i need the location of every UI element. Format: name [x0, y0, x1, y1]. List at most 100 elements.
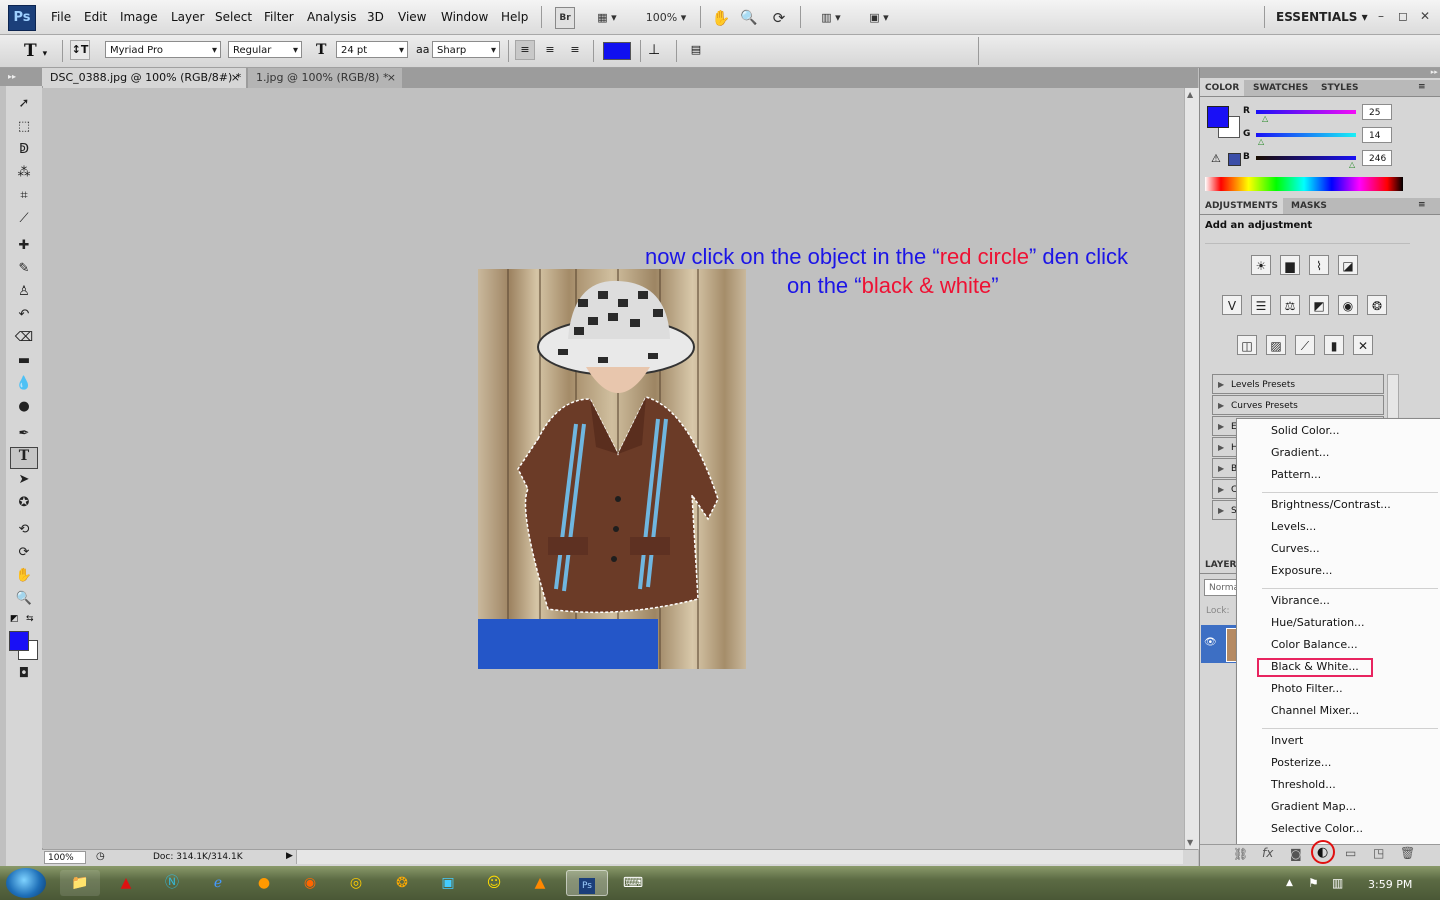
menu-item-threshold[interactable]: Threshold... — [1271, 778, 1336, 791]
tray-flag-icon[interactable]: ⚑ — [1308, 876, 1319, 890]
blue-slider[interactable] — [1256, 156, 1356, 160]
zoom-tool-icon[interactable]: 🔍 — [14, 589, 34, 609]
menu-item-curves[interactable]: Curves... — [1271, 542, 1320, 555]
scroll-down-icon[interactable]: ▼ — [1187, 838, 1193, 847]
menu-item-solid-color[interactable]: Solid Color... — [1271, 424, 1340, 437]
red-value-field[interactable]: 25 — [1362, 104, 1392, 120]
move-tool-icon[interactable]: ➚ — [14, 94, 34, 114]
photoshop-taskbar-icon[interactable]: Ps — [566, 870, 608, 896]
minimize-button[interactable]: – — [1378, 9, 1384, 23]
warp-text-icon[interactable]: ⊥ — [648, 42, 660, 58]
tab-styles[interactable]: STYLES — [1316, 80, 1364, 96]
tab-adjustments[interactable]: ADJUSTMENTS — [1200, 198, 1283, 214]
menu-item-gradient-map[interactable]: Gradient Map... — [1271, 800, 1356, 813]
zoom-level-dropdown[interactable]: 100% ▾ — [640, 7, 692, 29]
toolbox-collapse-icon[interactable]: ▸▸ — [0, 68, 42, 86]
default-colors-icon[interactable]: ◩ — [10, 614, 19, 624]
menu-item-gradient[interactable]: Gradient... — [1271, 446, 1329, 459]
levels-icon[interactable]: ▆ — [1280, 255, 1300, 275]
vertical-scrollbar[interactable] — [1184, 88, 1199, 849]
add-mask-icon[interactable]: ◙ — [1290, 847, 1302, 861]
text-color-swatch[interactable] — [603, 42, 631, 60]
vlc-icon[interactable]: ▲ — [520, 870, 560, 896]
font-size-dropdown[interactable]: 24 pt — [336, 41, 408, 59]
panel-menu-icon[interactable]: ≡ — [1418, 82, 1426, 92]
selective-color-icon[interactable]: ✕ — [1353, 335, 1373, 355]
hand-tool-icon[interactable]: ✋ — [14, 566, 34, 586]
menu-item-photo-filter[interactable]: Photo Filter... — [1271, 682, 1343, 695]
horizontal-scrollbar[interactable] — [296, 850, 1183, 864]
bridge-button[interactable]: Br — [555, 7, 575, 29]
zoom-icon[interactable]: 🔍 — [738, 7, 760, 29]
lasso-tool-icon[interactable]: ↁ — [14, 140, 34, 160]
exposure-icon[interactable]: ◪ — [1338, 255, 1358, 275]
posterize-icon[interactable]: ▨ — [1266, 335, 1286, 355]
tab-color[interactable]: COLOR — [1200, 80, 1245, 96]
panel-menu-icon[interactable]: ≡ — [1418, 200, 1426, 210]
tab-close-icon[interactable]: × — [387, 68, 396, 88]
dodge-tool-icon[interactable]: ● — [14, 397, 34, 417]
menu-filter[interactable]: Filter — [264, 10, 294, 24]
menu-edit[interactable]: Edit — [84, 10, 107, 24]
invert-icon[interactable]: ◫ — [1237, 335, 1257, 355]
3d-orbit-tool-icon[interactable]: ⟳ — [14, 543, 34, 563]
align-left-icon[interactable]: ≡ — [515, 40, 535, 60]
path-selection-tool-icon[interactable]: ➤ — [14, 470, 34, 490]
view-extras-button[interactable]: ▦ ▾ — [590, 7, 624, 29]
swap-colors-icon[interactable]: ⇆ — [26, 614, 34, 624]
preset-curves[interactable]: Curves Presets — [1212, 395, 1384, 416]
type-tool-icon[interactable]: T — [10, 447, 38, 469]
workspace-switcher[interactable]: ESSENTIALS ▾ — [1276, 10, 1368, 24]
menu-item-pattern[interactable]: Pattern... — [1271, 468, 1321, 481]
hue-saturation-icon[interactable]: ☰ — [1251, 295, 1271, 315]
explorer-icon[interactable]: 📁 — [60, 870, 100, 896]
panel-collapse-icon[interactable]: ▸▸ — [1200, 68, 1440, 78]
menu-item-brightness-contrast[interactable]: Brightness/Contrast... — [1271, 498, 1391, 511]
document-tab-active[interactable]: DSC_0388.jpg @ 100% (RGB/8#) * × — [42, 68, 246, 88]
layer-visibility-eye-icon[interactable]: 👁 — [1204, 637, 1217, 648]
tray-expand-icon[interactable]: ▲ — [1286, 878, 1293, 888]
history-brush-tool-icon[interactable]: ↶ — [14, 305, 34, 325]
healing-brush-tool-icon[interactable]: ✚ — [14, 236, 34, 256]
blue-slider-thumb[interactable]: △ — [1349, 160, 1355, 169]
firefox-icon[interactable]: ◉ — [290, 870, 330, 896]
menu-layer[interactable]: Layer — [171, 10, 204, 24]
3d-rotate-tool-icon[interactable]: ⟲ — [14, 520, 34, 540]
text-tool-preset-picker[interactable]: T ▾ — [24, 41, 47, 61]
align-right-icon[interactable]: ≡ — [565, 40, 585, 60]
out-of-gamut-warning-icon[interactable]: ⚠ — [1211, 152, 1221, 165]
menu-analysis[interactable]: Analysis — [307, 10, 356, 24]
tab-masks[interactable]: MASKS — [1286, 198, 1332, 214]
menu-3d[interactable]: 3D — [367, 10, 384, 24]
menu-item-color-balance[interactable]: Color Balance... — [1271, 638, 1358, 651]
menu-item-levels[interactable]: Levels... — [1271, 520, 1316, 533]
menu-image[interactable]: Image — [120, 10, 158, 24]
menu-help[interactable]: Help — [501, 10, 528, 24]
restore-button[interactable]: ◻ — [1398, 9, 1408, 23]
menu-item-selective-color[interactable]: Selective Color... — [1271, 822, 1363, 835]
gamut-color-swatch[interactable] — [1228, 153, 1241, 166]
menu-item-invert[interactable]: Invert — [1271, 734, 1303, 747]
align-center-icon[interactable]: ≡ — [540, 40, 560, 60]
vlc-orange-icon[interactable]: ● — [244, 870, 284, 896]
chrome-icon[interactable]: ◎ — [336, 870, 376, 896]
quick-mask-icon[interactable]: ◘ — [14, 664, 34, 684]
font-style-dropdown[interactable]: Regular — [228, 41, 302, 59]
pen-tool-icon[interactable]: ✒ — [14, 424, 34, 444]
menu-item-exposure[interactable]: Exposure... — [1271, 564, 1332, 577]
blur-tool-icon[interactable]: 💧 — [14, 374, 34, 394]
new-layer-icon[interactable]: ◳ — [1373, 846, 1384, 860]
menu-window[interactable]: Window — [441, 10, 488, 24]
clone-stamp-tool-icon[interactable]: ♙ — [14, 282, 34, 302]
tray-network-icon[interactable]: ▥ — [1332, 876, 1343, 890]
menu-item-channel-mixer[interactable]: Channel Mixer... — [1271, 704, 1359, 717]
acrobat-icon[interactable]: ▲ — [106, 870, 146, 896]
gradient-map-icon[interactable]: ▮ — [1324, 335, 1344, 355]
nero-icon[interactable]: Ⓝ — [152, 870, 192, 896]
new-group-icon[interactable]: ▭ — [1345, 846, 1356, 860]
foreground-color-swatch[interactable] — [1207, 106, 1229, 128]
color-balance-icon[interactable]: ⚖ — [1280, 295, 1300, 315]
internet-explorer-icon[interactable]: ℯ — [198, 870, 238, 896]
blue-value-field[interactable]: 246 — [1362, 150, 1392, 166]
close-button[interactable]: ✕ — [1420, 9, 1430, 23]
